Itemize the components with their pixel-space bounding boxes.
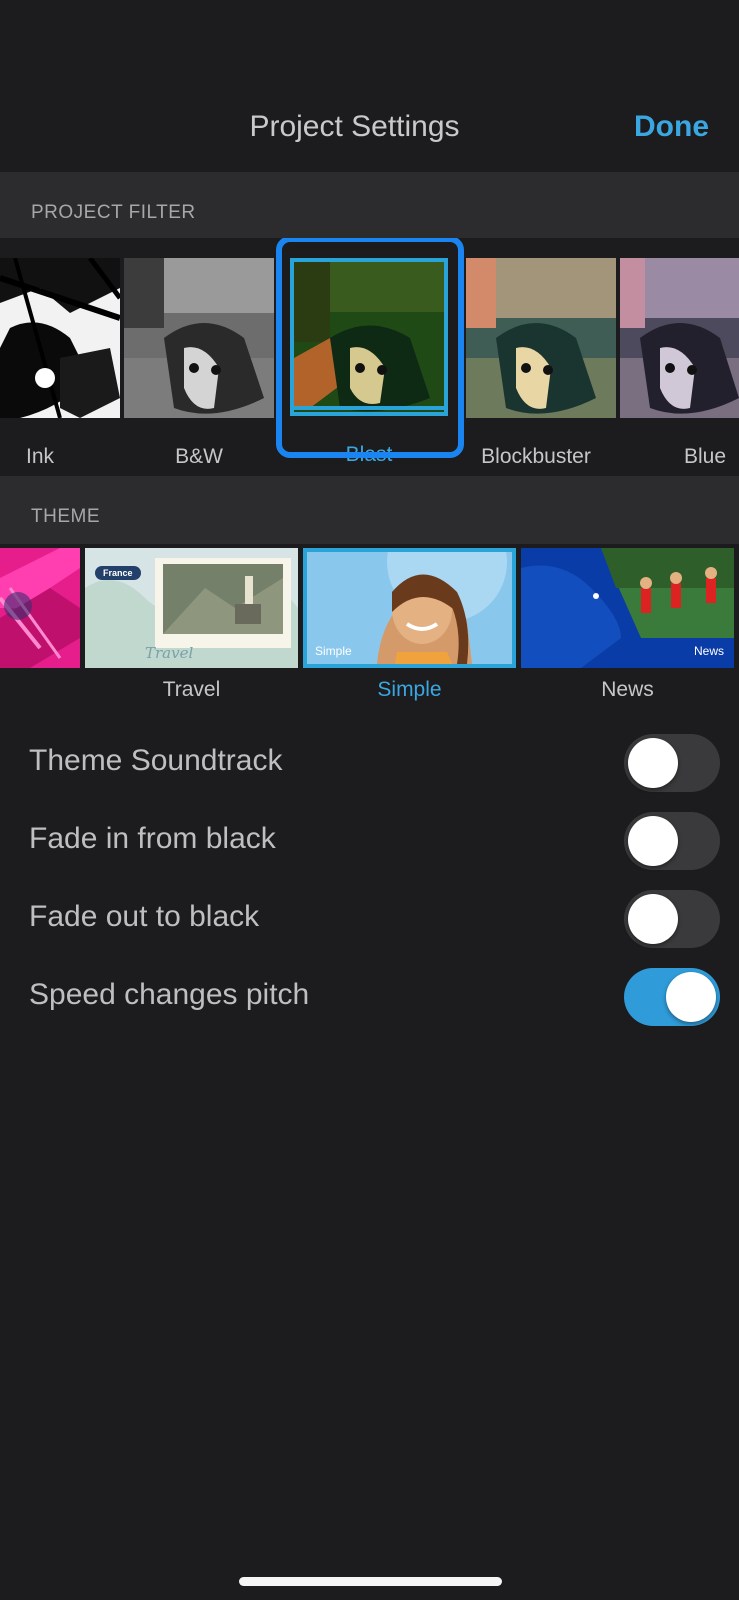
theme-header-label: THEME xyxy=(31,506,100,527)
filter-carousel[interactable]: Ink B&W Blast Blockbuster Blue xyxy=(0,238,739,476)
filter-blockbuster-label: Blockbuster xyxy=(481,445,591,468)
fade-out-toggle[interactable] xyxy=(624,890,720,948)
toggle-knob xyxy=(628,816,678,866)
setting-fade-out-label: Fade out to black xyxy=(29,900,260,933)
theme-carousel[interactable]: France Travel Travel Simple Simple News … xyxy=(0,544,739,714)
filter-blue[interactable]: Blue xyxy=(620,258,739,468)
page-title: Project Settings xyxy=(249,110,460,143)
home-indicator[interactable] xyxy=(239,1577,502,1586)
setting-fade-in: Fade in from black xyxy=(0,798,739,876)
filter-ink[interactable]: Ink xyxy=(0,258,120,468)
theme-travel[interactable]: France Travel xyxy=(85,548,298,668)
fade-in-toggle[interactable] xyxy=(624,812,720,870)
filter-blue-label: Blue xyxy=(683,445,727,468)
setting-speed-pitch: Speed changes pitch xyxy=(0,954,739,1032)
toggle-knob xyxy=(628,738,678,788)
setting-speed-pitch-label: Speed changes pitch xyxy=(29,978,310,1011)
filter-ink-label: Ink xyxy=(25,445,54,468)
setting-fade-out: Fade out to black xyxy=(0,876,739,954)
theme-news[interactable]: News xyxy=(521,548,734,668)
navigation-bar: Project Settings Done xyxy=(0,0,739,172)
theme-news-label: News xyxy=(601,678,654,701)
done-button[interactable]: Done xyxy=(634,110,709,144)
speed-pitch-toggle[interactable] xyxy=(624,968,720,1026)
travel-overlay-text: Travel xyxy=(145,644,194,662)
setting-theme-soundtrack-label: Theme Soundtrack xyxy=(29,744,283,777)
project-filter-header: PROJECT FILTER xyxy=(0,172,739,238)
theme-header: THEME xyxy=(0,476,739,544)
toggle-knob xyxy=(628,894,678,944)
theme-travel-label: Travel xyxy=(162,678,221,701)
setting-fade-in-label: Fade in from black xyxy=(29,822,276,855)
project-filter-header-label: PROJECT FILTER xyxy=(31,202,196,223)
theme-simple[interactable]: Simple xyxy=(303,548,516,668)
theme-simple-label: Simple xyxy=(377,678,442,701)
filter-blockbuster-thumbnail xyxy=(466,258,616,418)
filter-bw-thumbnail xyxy=(124,258,274,418)
theme-soundtrack-toggle[interactable] xyxy=(624,734,720,792)
filter-blue-thumbnail xyxy=(620,258,739,418)
filter-selection-frame xyxy=(276,238,464,458)
setting-theme-soundtrack: Theme Soundtrack xyxy=(0,720,739,798)
theme-pink-partial[interactable] xyxy=(0,548,80,668)
filter-bw-label: B&W xyxy=(175,445,223,468)
toggle-knob xyxy=(666,972,716,1022)
simple-overlay-text: Simple xyxy=(315,644,352,658)
news-overlay-text: News xyxy=(693,644,724,658)
filter-ink-thumbnail xyxy=(0,258,120,418)
filter-blockbuster[interactable]: Blockbuster xyxy=(466,258,616,468)
filter-bw[interactable]: B&W xyxy=(124,258,274,468)
travel-badge: France xyxy=(95,566,141,580)
